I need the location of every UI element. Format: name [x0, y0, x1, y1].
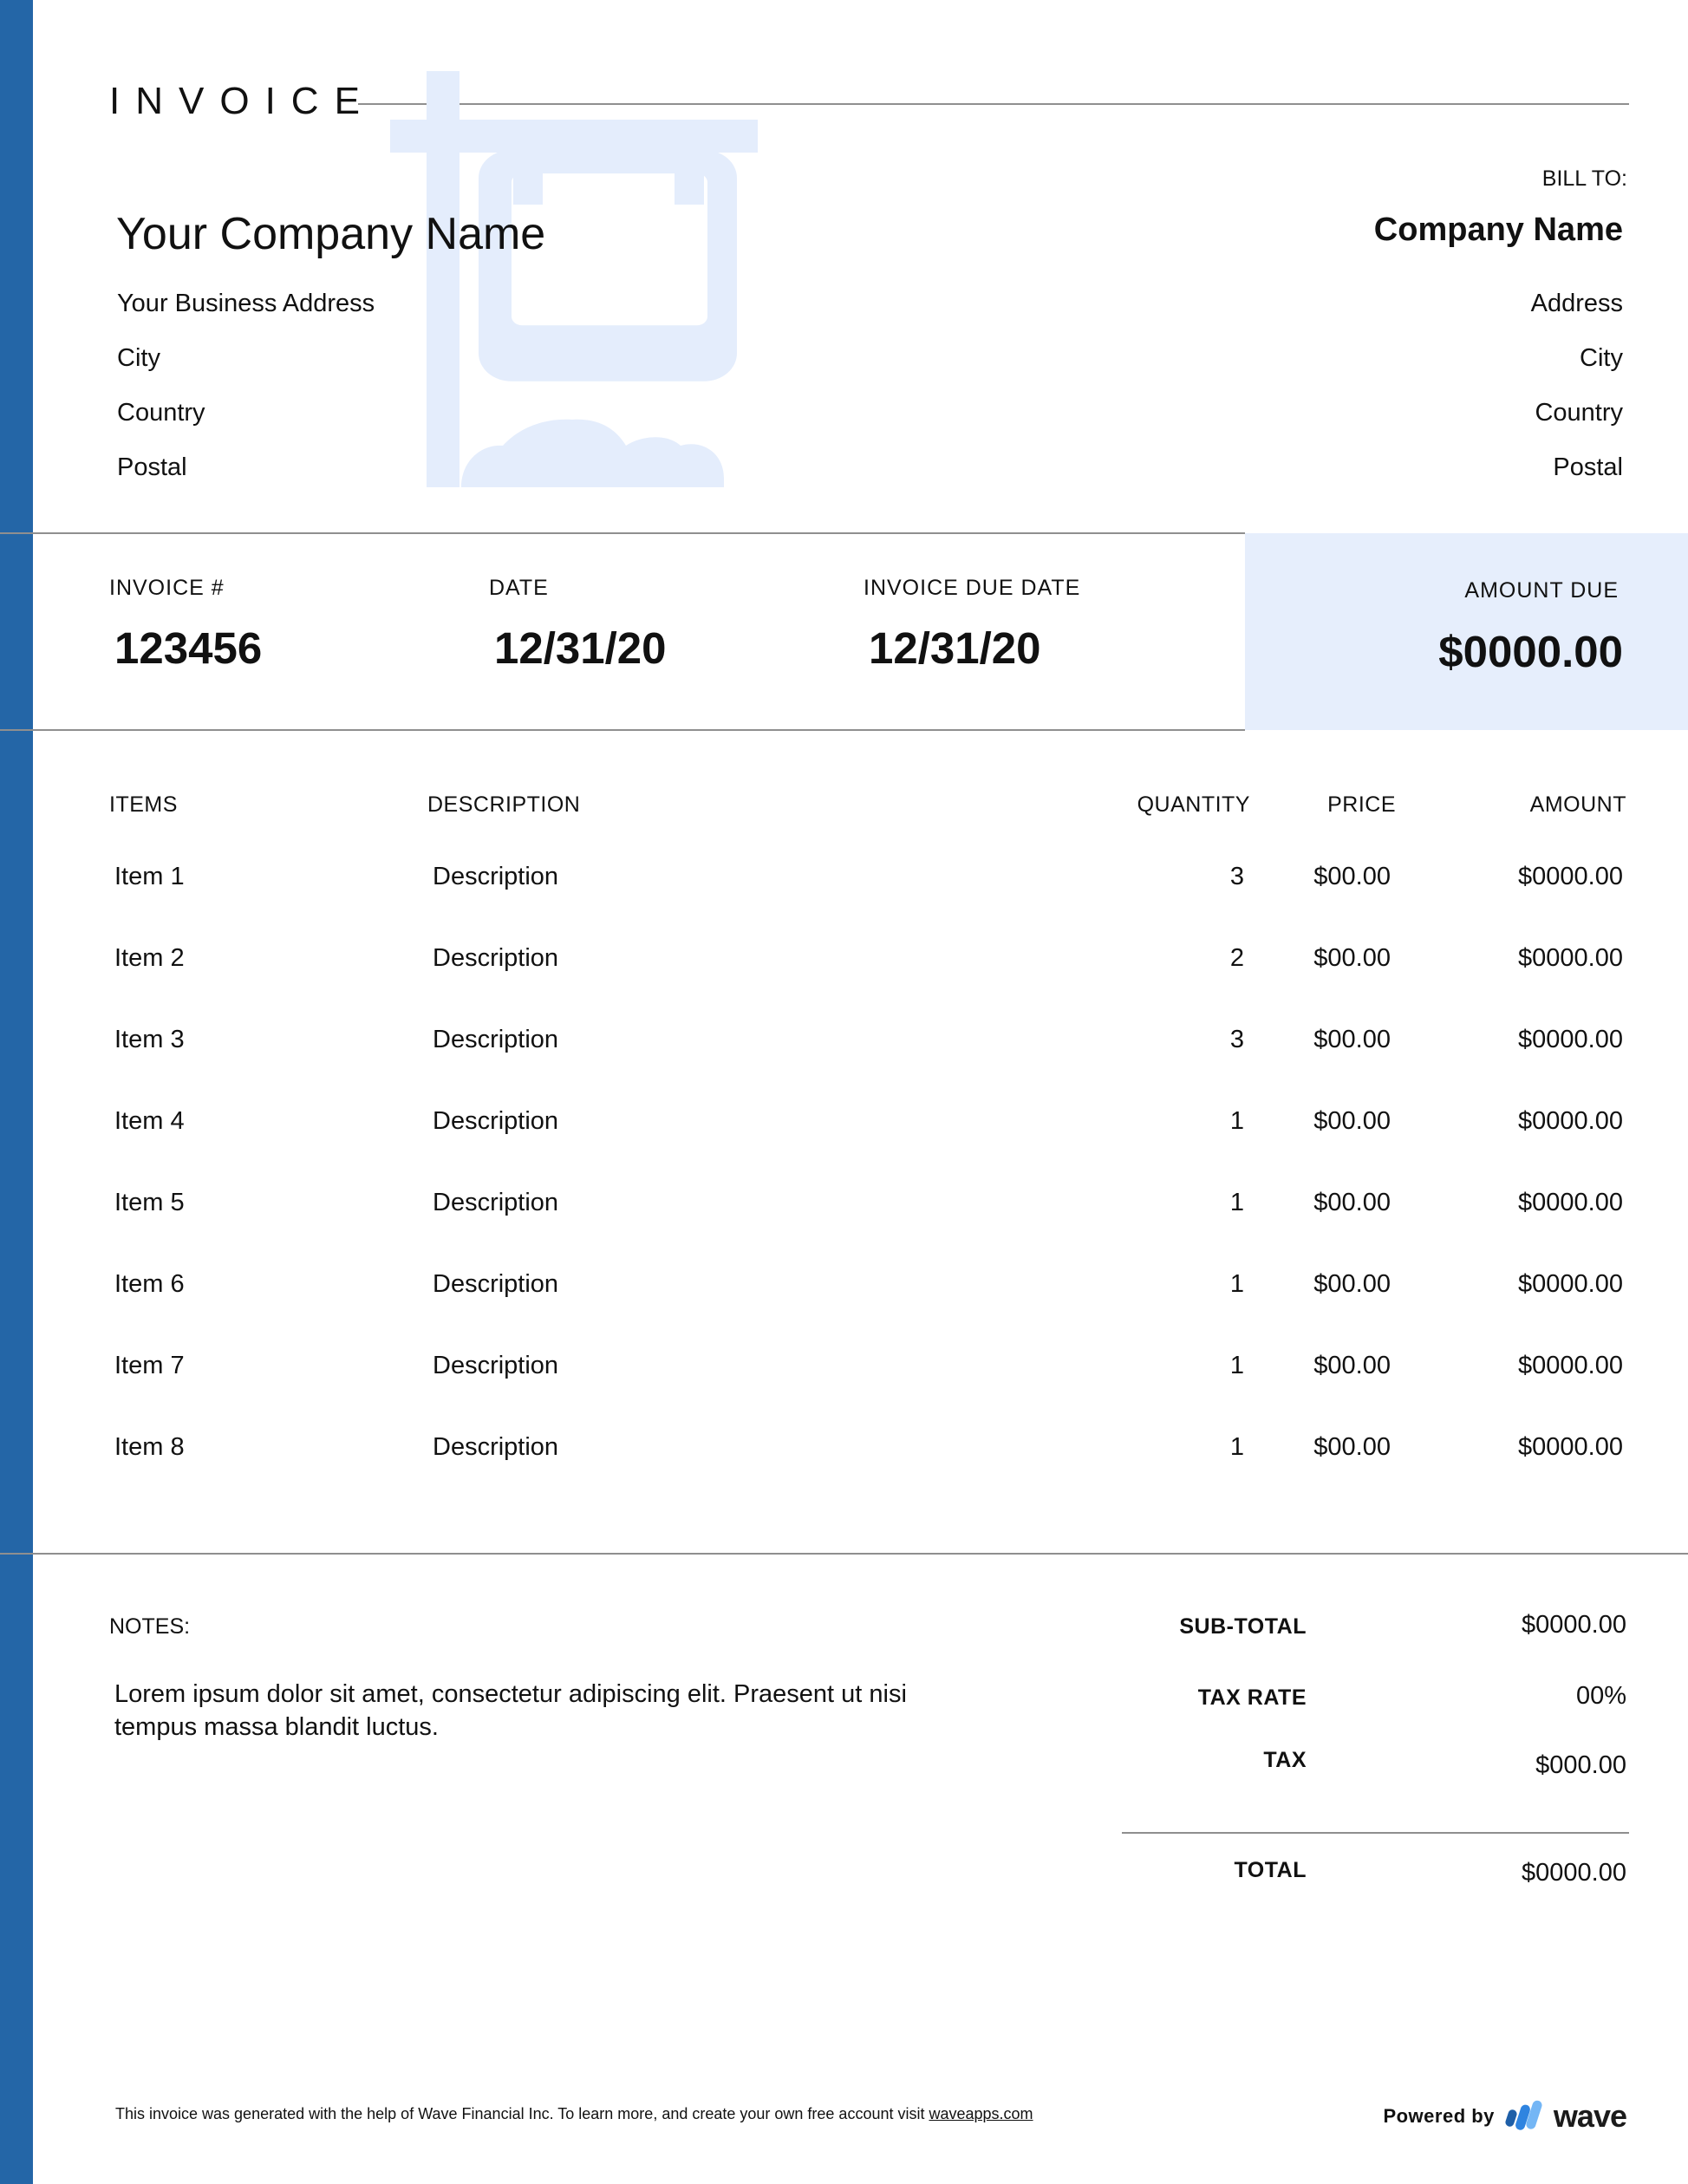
- table-cell-amount: $0000.00: [1518, 1352, 1623, 1379]
- invoice-number: 123456: [114, 623, 263, 673]
- subtotal-label: SUB-TOTAL: [1179, 1614, 1307, 1639]
- table-cell-price: $00.00: [1313, 1270, 1391, 1298]
- table-cell-price: $00.00: [1313, 1026, 1391, 1053]
- table-cell-quantity: 2: [1229, 944, 1244, 972]
- table-cell-amount: $0000.00: [1518, 1107, 1623, 1135]
- table-cell-amount: $0000.00: [1518, 1270, 1623, 1298]
- table-cell-quantity: 1: [1229, 1107, 1244, 1135]
- bill-to-postal: Postal: [1553, 453, 1623, 481]
- table-cell-amount: $0000.00: [1518, 863, 1623, 890]
- table-cell-quantity: 3: [1229, 1026, 1244, 1053]
- invoice-due-date: 12/31/20: [869, 623, 1041, 673]
- table-cell-description: Description: [433, 863, 559, 890]
- bill-to-country: Country: [1535, 399, 1623, 427]
- footer-text: This invoice was generated with the help…: [115, 2105, 929, 2122]
- tax-label: TAX: [1263, 1748, 1307, 1772]
- table-cell-description: Description: [433, 944, 559, 972]
- tax-rate-label: TAX RATE: [1197, 1685, 1307, 1710]
- table-cell-amount: $0000.00: [1518, 944, 1623, 972]
- table-cell-price: $00.00: [1313, 1433, 1391, 1461]
- table-cell-item: Item 4: [114, 1107, 185, 1135]
- powered-by-wave: Powered by wave: [1383, 2098, 1627, 2135]
- table-cell-item: Item 5: [114, 1189, 185, 1216]
- table-cell-quantity: 1: [1229, 1189, 1244, 1216]
- table-cell-description: Description: [433, 1189, 559, 1216]
- table-cell-price: $00.00: [1313, 1107, 1391, 1135]
- table-cell-item: Item 1: [114, 863, 185, 890]
- amount-due-label: AMOUNT DUE: [1464, 578, 1619, 603]
- bill-to-city: City: [1580, 344, 1623, 372]
- tax-value: $000.00: [1535, 1751, 1626, 1779]
- column-header-items: ITEMS: [109, 792, 178, 817]
- date-label: DATE: [489, 576, 549, 600]
- table-cell-description: Description: [433, 1352, 559, 1379]
- table-cell-price: $00.00: [1313, 863, 1391, 890]
- sender-country: Country: [117, 399, 205, 427]
- table-cell-amount: $0000.00: [1518, 1189, 1623, 1216]
- total-value: $0000.00: [1522, 1859, 1626, 1887]
- sidebar-accent-bar: [0, 0, 33, 2184]
- sender-postal: Postal: [117, 453, 187, 481]
- meta-bottom-divider: [0, 729, 1245, 731]
- table-cell-quantity: 1: [1229, 1352, 1244, 1379]
- table-cell-amount: $0000.00: [1518, 1026, 1623, 1053]
- table-cell-description: Description: [433, 1433, 559, 1461]
- document-title: INVOICE: [109, 80, 375, 122]
- bill-to-address: Address: [1530, 290, 1623, 317]
- table-cell-description: Description: [433, 1270, 559, 1298]
- column-header-amount: AMOUNT: [1529, 792, 1626, 817]
- table-cell-amount: $0000.00: [1518, 1433, 1623, 1461]
- table-cell-description: Description: [433, 1107, 559, 1135]
- due-date-label: INVOICE DUE DATE: [864, 576, 1081, 600]
- table-cell-item: Item 8: [114, 1433, 185, 1461]
- sender-company-name: Your Company Name: [116, 209, 546, 259]
- table-cell-quantity: 1: [1229, 1433, 1244, 1461]
- waveapps-link[interactable]: waveapps.com: [929, 2105, 1033, 2122]
- amount-due-value: $0000.00: [1438, 627, 1623, 676]
- table-cell-price: $00.00: [1313, 1189, 1391, 1216]
- column-header-description: DESCRIPTION: [427, 792, 581, 817]
- table-bottom-divider: [0, 1553, 1688, 1555]
- tax-rate-value: 00%: [1575, 1682, 1626, 1710]
- total-label: TOTAL: [1234, 1858, 1307, 1882]
- table-cell-price: $00.00: [1313, 1352, 1391, 1379]
- table-cell-item: Item 6: [114, 1270, 185, 1298]
- notes-label: NOTES:: [109, 1614, 191, 1639]
- powered-by-label: Powered by: [1383, 2105, 1495, 2127]
- total-divider: [1122, 1832, 1629, 1834]
- table-cell-price: $00.00: [1313, 944, 1391, 972]
- notes-text: Lorem ipsum dolor sit amet, consectetur …: [114, 1680, 907, 1741]
- sender-address: Your Business Address: [117, 290, 375, 317]
- table-cell-quantity: 3: [1229, 863, 1244, 890]
- footer-disclaimer: This invoice was generated with the help…: [115, 2105, 1033, 2123]
- bill-to-company-name: Company Name: [1373, 212, 1623, 248]
- real-estate-sign-icon: [390, 71, 758, 487]
- table-cell-item: Item 7: [114, 1352, 185, 1379]
- table-cell-description: Description: [433, 1026, 559, 1053]
- column-header-price: PRICE: [1327, 792, 1396, 817]
- table-cell-quantity: 1: [1229, 1270, 1244, 1298]
- invoice-number-label: INVOICE #: [109, 576, 225, 600]
- invoice-date: 12/31/20: [494, 623, 667, 673]
- bill-to-label: BILL TO:: [1541, 166, 1627, 191]
- wave-brand-wordmark: wave: [1553, 2098, 1627, 2134]
- sender-city: City: [117, 344, 160, 372]
- meta-top-divider: [0, 532, 1245, 534]
- wave-logo-icon: [1505, 2100, 1542, 2130]
- subtotal-value: $0000.00: [1522, 1611, 1626, 1639]
- table-cell-item: Item 2: [114, 944, 185, 972]
- column-header-quantity: QUANTITY: [1137, 792, 1250, 817]
- table-cell-item: Item 3: [114, 1026, 185, 1053]
